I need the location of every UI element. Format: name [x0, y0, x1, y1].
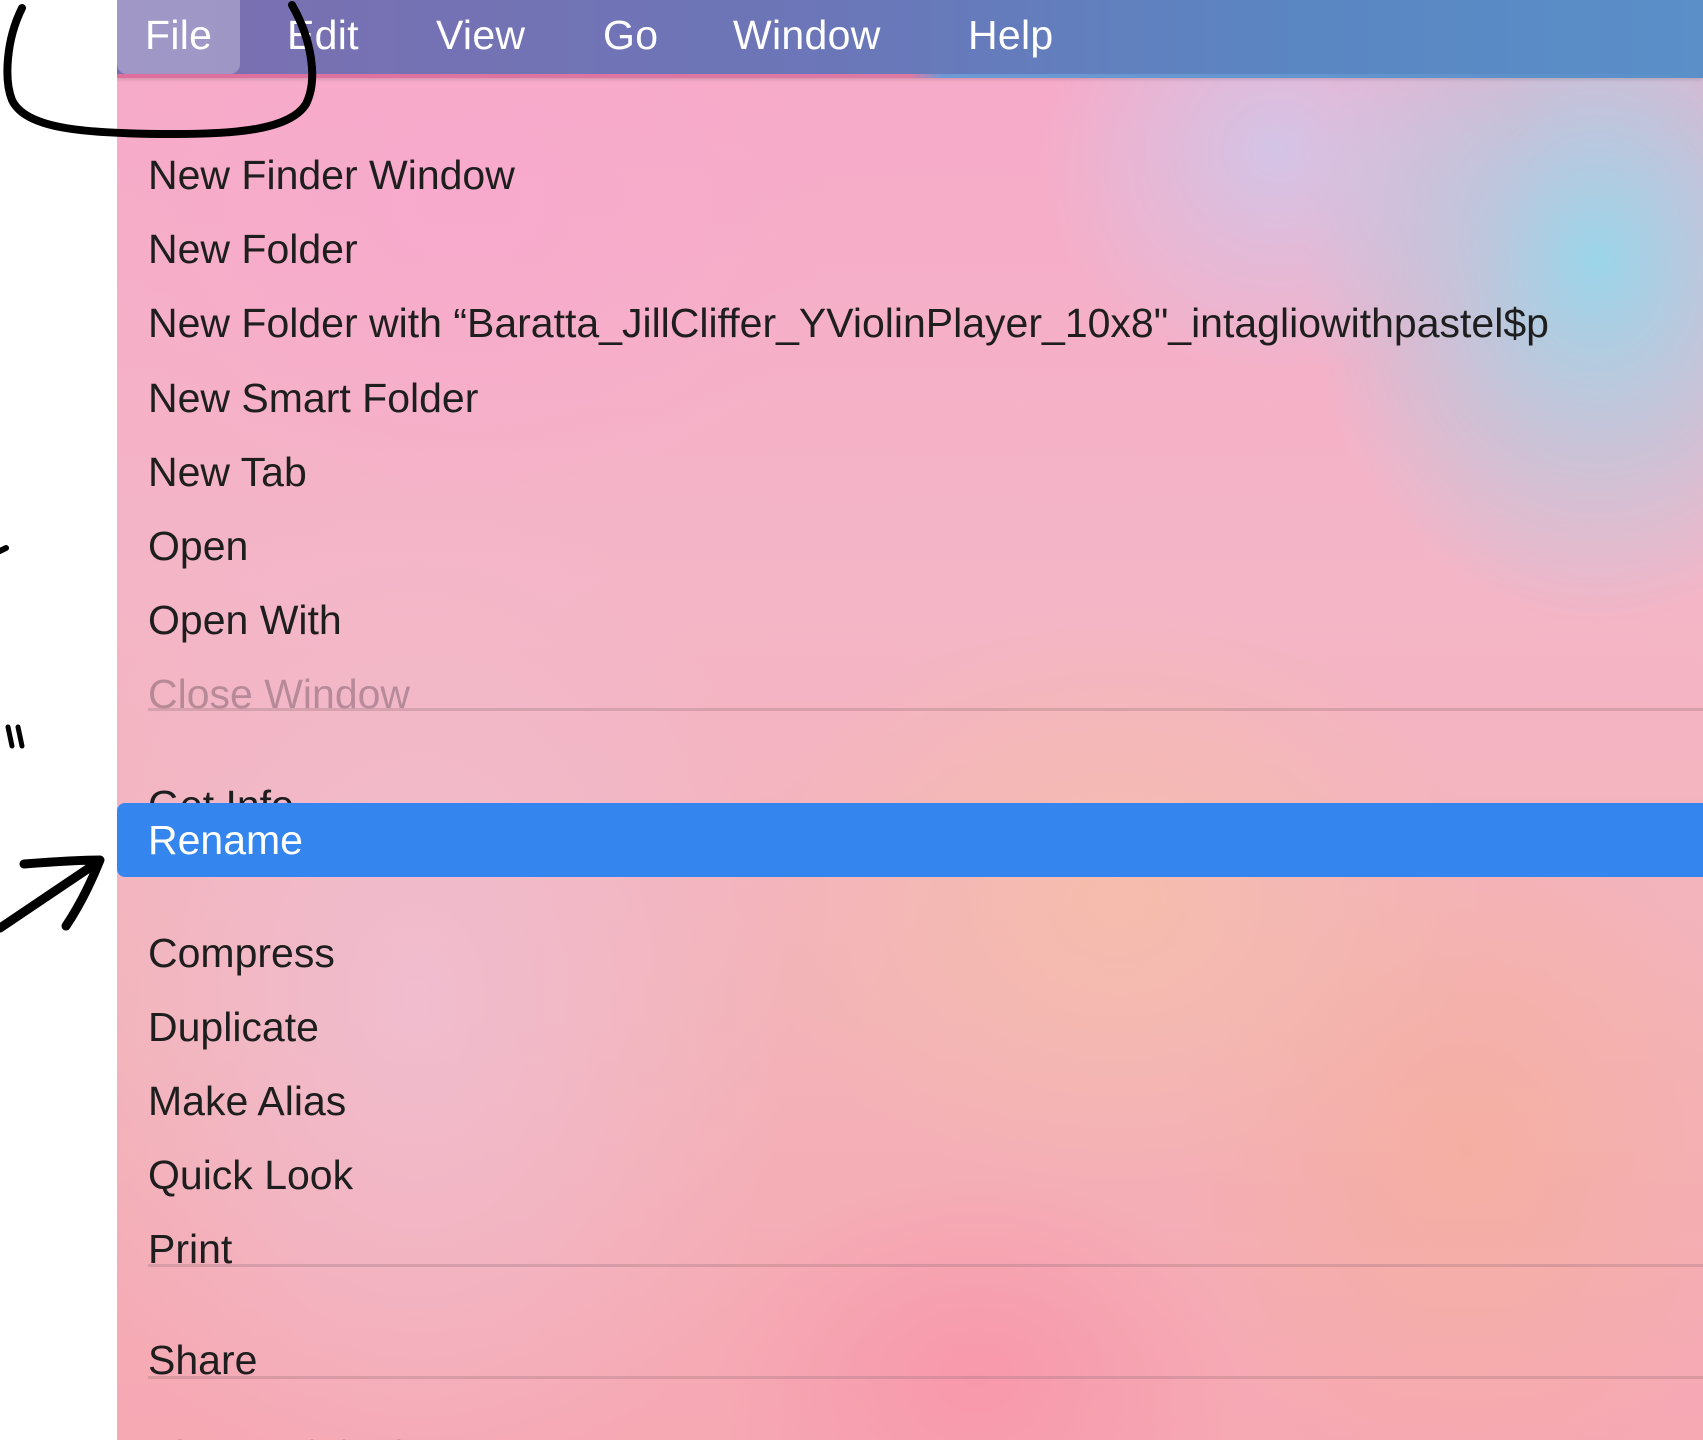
file-menu-dropdown: New Finder Window New Folder New Folder …: [117, 78, 1703, 1440]
menu-item-duplicate[interactable]: Duplicate: [117, 990, 1703, 1064]
menu-item-label: Close Window: [148, 671, 411, 717]
menu-item-close-window: Close Window: [117, 657, 1703, 731]
menu-item-new-folder[interactable]: New Folder: [117, 212, 1703, 286]
menu-item-compress[interactable]: Compress: [117, 916, 1703, 990]
quote-mark-annotation: [5, 724, 25, 749]
menu-item-share[interactable]: Share: [117, 1323, 1703, 1397]
menu-item-open-with[interactable]: Open With: [117, 583, 1703, 657]
menu-item-quick-look[interactable]: Quick Look: [117, 1138, 1703, 1212]
menu-item-label: Share: [148, 1337, 258, 1383]
menu-window[interactable]: Window: [733, 0, 881, 74]
menu-go[interactable]: Go: [603, 0, 658, 74]
menu-separator: [148, 1376, 1703, 1379]
menu-item-label: Print: [148, 1226, 233, 1272]
menu-item-label: Rename: [148, 817, 303, 863]
menu-view[interactable]: View: [436, 0, 525, 74]
arrow-annotation: [0, 855, 105, 933]
menu-separator: [148, 1264, 1703, 1267]
menu-bar-underline: [117, 74, 1703, 78]
menu-item-new-tab[interactable]: New Tab: [117, 435, 1703, 509]
menu-edit[interactable]: Edit: [287, 0, 359, 74]
menu-item-show-original: Show Original: [117, 1418, 1703, 1440]
menu-item-label: New Tab: [148, 449, 307, 495]
menu-separator: [148, 708, 1703, 711]
desktop-screen: File Edit View Go Window Help New Finder…: [117, 0, 1703, 1440]
menu-item-print[interactable]: Print: [117, 1212, 1703, 1286]
menu-item-label: Open: [148, 523, 249, 569]
menu-item-label: Open With: [148, 597, 342, 643]
menu-bar: File Edit View Go Window Help: [117, 0, 1703, 78]
menu-item-new-folder-with-selection[interactable]: New Folder with “Baratta_JillCliffer_YVi…: [117, 286, 1703, 360]
screenshot-stage: File Edit View Go Window Help New Finder…: [0, 0, 1703, 1440]
menu-item-label: New Smart Folder: [148, 375, 479, 421]
menu-item-label: Make Alias: [148, 1078, 347, 1124]
tick-mark-annotation: [0, 545, 9, 554]
menu-item-label: New Finder Window: [148, 152, 515, 198]
menu-item-label: New Folder with “Baratta_JillCliffer_YVi…: [148, 300, 1549, 346]
menu-item-label: Quick Look: [148, 1152, 354, 1198]
menu-item-rename[interactable]: Rename: [117, 803, 1703, 877]
menu-item-make-alias[interactable]: Make Alias: [117, 1064, 1703, 1138]
menu-item-label: Show Original: [148, 1418, 403, 1440]
menu-item-open[interactable]: Open: [117, 509, 1703, 583]
menu-file[interactable]: File: [117, 0, 241, 74]
menu-item-new-finder-window[interactable]: New Finder Window: [117, 138, 1703, 212]
menu-item-new-smart-folder[interactable]: New Smart Folder: [117, 361, 1703, 435]
menu-help[interactable]: Help: [968, 0, 1054, 74]
menu-item-label: New Folder: [148, 226, 358, 272]
menu-item-label: Duplicate: [148, 1004, 319, 1050]
menu-item-label: Compress: [148, 930, 335, 976]
